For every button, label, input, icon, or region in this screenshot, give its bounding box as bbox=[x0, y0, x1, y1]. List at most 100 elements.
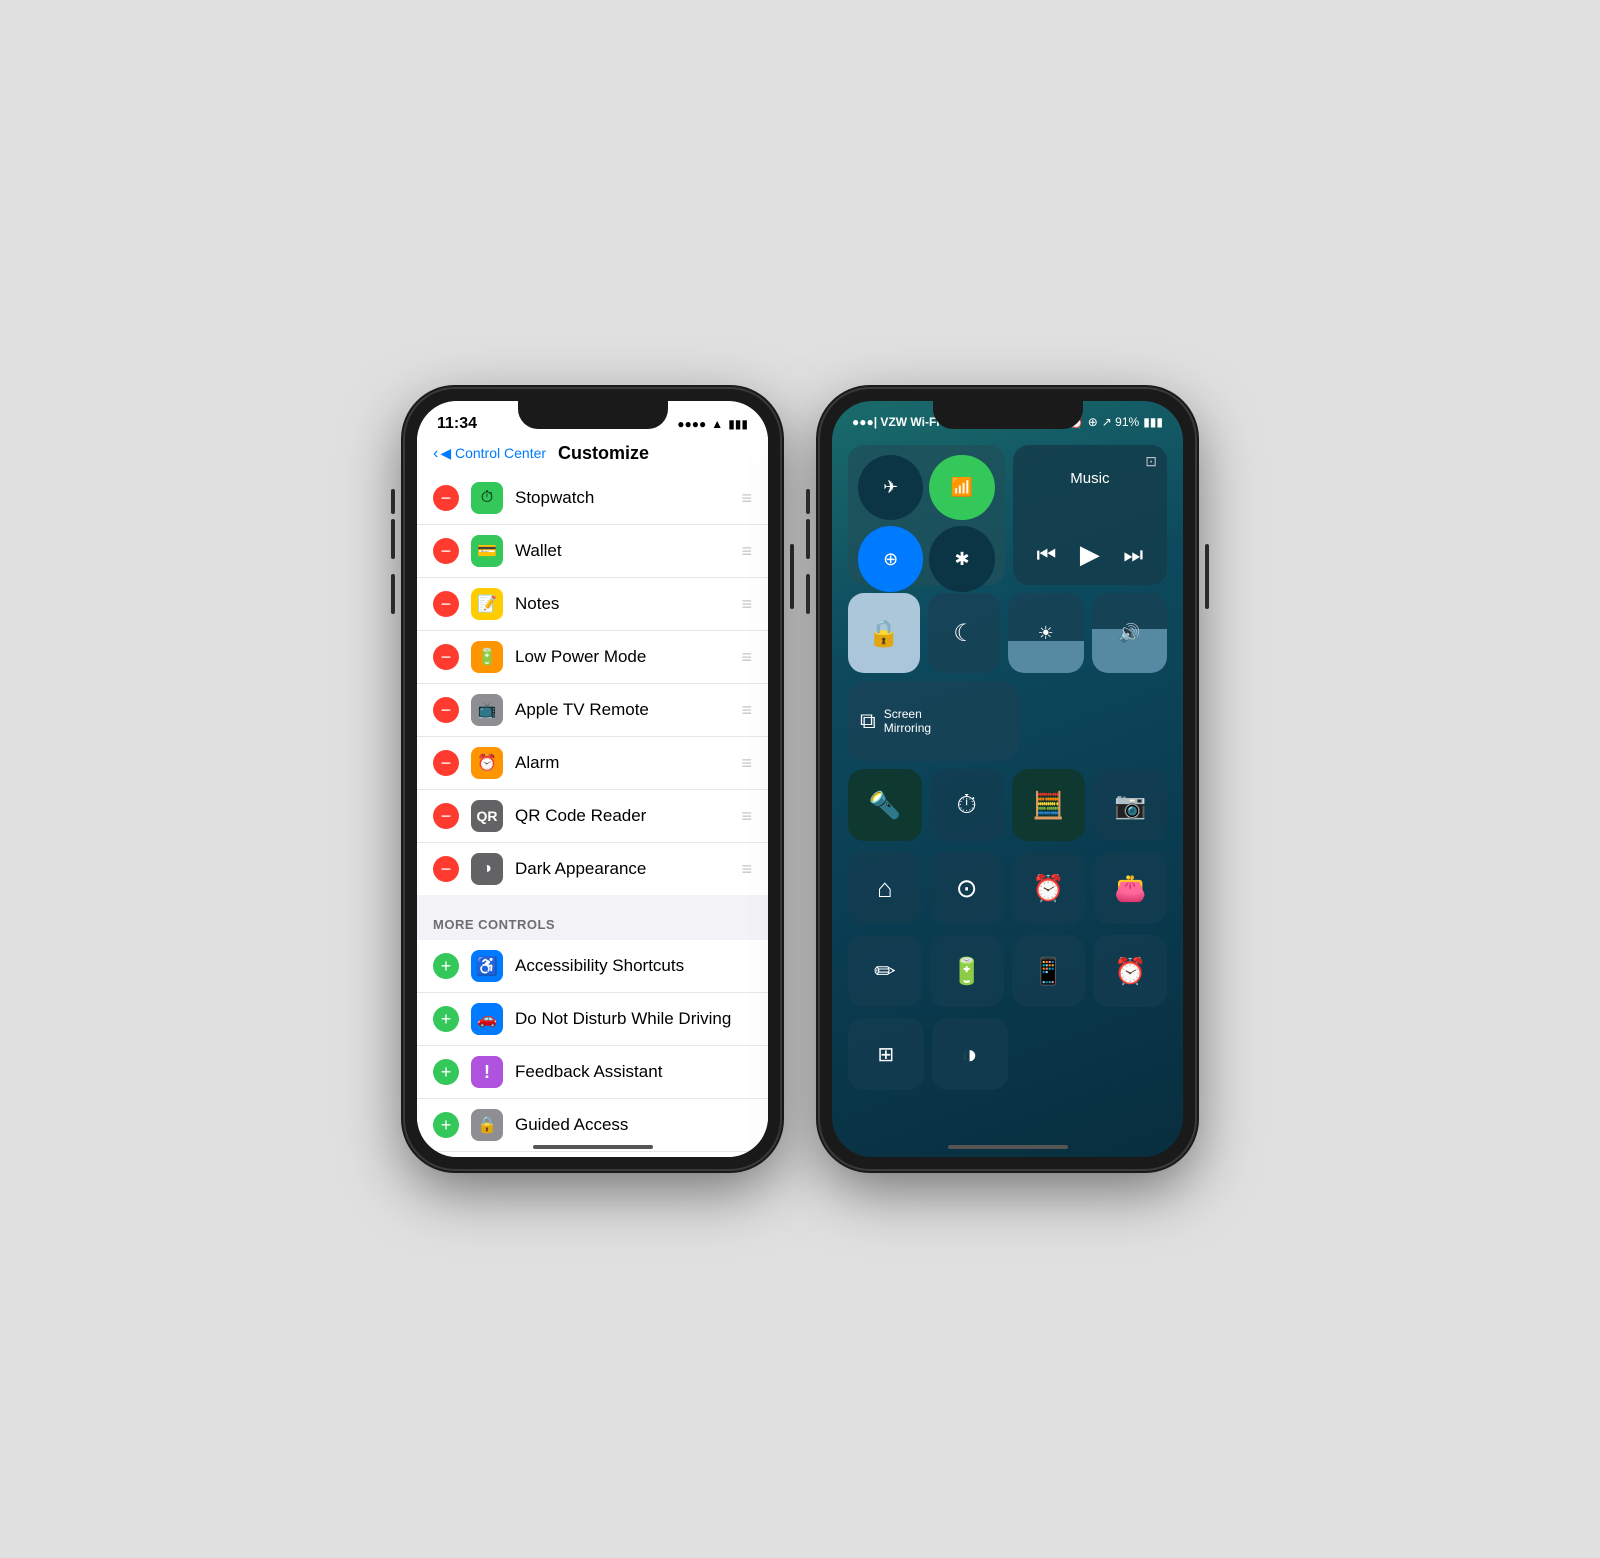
drag-handle-icon[interactable]: ≡ bbox=[741, 753, 752, 774]
item-label-guided-access: Guided Access bbox=[515, 1115, 752, 1135]
remove-button[interactable]: − bbox=[433, 538, 459, 564]
cc-row-7: ⊞ ◑ bbox=[848, 1018, 1167, 1093]
add-button[interactable]: + bbox=[433, 1006, 459, 1032]
clock-icon: ⏰ bbox=[1032, 873, 1064, 904]
list-item[interactable]: + ! Feedback Assistant bbox=[417, 1046, 768, 1099]
cc-connectivity-tile[interactable]: ✈ 📶 ⊕ ✱ bbox=[848, 445, 1005, 585]
back-button[interactable]: ‹ ◀ Control Center bbox=[433, 445, 546, 463]
screen-mirroring-labels: Screen Mirroring bbox=[884, 707, 931, 735]
settings-list[interactable]: − ⏱ Stopwatch ≡ − 💳 Wallet ≡ bbox=[417, 472, 768, 1157]
airplane-mode-button[interactable]: ✈ bbox=[858, 455, 923, 520]
drag-handle-icon[interactable]: ≡ bbox=[741, 488, 752, 509]
drag-handle-icon[interactable]: ≡ bbox=[741, 594, 752, 615]
cc-location-icon: ⊕ bbox=[1088, 415, 1098, 429]
status-time: 11:34 bbox=[437, 415, 477, 433]
wifi-button[interactable]: ⊕ bbox=[858, 526, 923, 591]
cc-remote-tile[interactable]: 📱 bbox=[1012, 935, 1086, 1007]
brightness-fill bbox=[1008, 641, 1084, 673]
back-label[interactable]: ◀ Control Center bbox=[440, 445, 546, 462]
cc-music-tile[interactable]: ⊡ Music ⏮ ▶ ⏭ bbox=[1013, 445, 1167, 585]
drag-handle-icon[interactable]: ≡ bbox=[741, 541, 752, 562]
cc-rotation-lock-tile[interactable]: 🔒 bbox=[848, 593, 920, 673]
play-button[interactable]: ▶ bbox=[1080, 539, 1100, 570]
cc-calculator-tile[interactable]: 🧮 bbox=[1012, 769, 1086, 841]
cc-battery-tile[interactable]: 🔋 bbox=[930, 935, 1004, 1007]
mute-button[interactable] bbox=[391, 489, 395, 514]
remove-button[interactable]: − bbox=[433, 803, 459, 829]
battery-icon: ▮▮▮ bbox=[728, 417, 748, 431]
item-label-accessibility: Accessibility Shortcuts bbox=[515, 956, 752, 976]
next-track-button[interactable]: ⏭ bbox=[1123, 542, 1143, 568]
cc-empty-row7 bbox=[1016, 1018, 1168, 1093]
moon-icon: ☾ bbox=[953, 619, 975, 648]
drag-handle-icon[interactable]: ≡ bbox=[741, 647, 752, 668]
cc-row-6: ✏ 🔋 📱 ⏰ bbox=[848, 935, 1167, 1010]
drag-handle-icon[interactable]: ≡ bbox=[741, 859, 752, 880]
list-item[interactable]: − 💳 Wallet ≡ bbox=[417, 525, 768, 578]
cc-screen-mirroring-tile[interactable]: ⧉ Screen Mirroring bbox=[848, 681, 1019, 761]
list-item[interactable]: + 🚗 Do Not Disturb While Driving bbox=[417, 993, 768, 1046]
drag-handle-icon[interactable]: ≡ bbox=[741, 700, 752, 721]
list-item[interactable]: − ◑ Dark Appearance ≡ bbox=[417, 843, 768, 895]
cc-battery-icon: ▮▮▮ bbox=[1143, 415, 1163, 429]
cc-alarm-tile[interactable]: ⏰ bbox=[1093, 935, 1167, 1007]
drag-handle-icon[interactable]: ≡ bbox=[741, 806, 752, 827]
list-item[interactable]: + 👂 Hearing bbox=[417, 1152, 768, 1157]
cellular-button[interactable]: 📶 bbox=[929, 455, 994, 520]
mute-button-right[interactable] bbox=[806, 489, 810, 514]
remove-button[interactable]: − bbox=[433, 697, 459, 723]
bluetooth-button[interactable]: ✱ bbox=[929, 526, 994, 591]
volume-up-button-right[interactable] bbox=[806, 519, 810, 559]
cc-volume-slider[interactable]: 🔊 bbox=[1092, 593, 1168, 673]
power-button-right[interactable] bbox=[1205, 544, 1209, 609]
cc-camera-tile[interactable]: 📷 bbox=[1093, 769, 1167, 841]
item-icon-alarm: ⏰ bbox=[471, 747, 503, 779]
cc-status-right: ⏰ ⊕ ↗ 91% ▮▮▮ bbox=[1069, 415, 1163, 429]
airplay-icon[interactable]: ⊡ bbox=[1145, 453, 1157, 470]
item-icon-guided-access: 🔒 bbox=[471, 1109, 503, 1141]
cc-clock-tile[interactable]: ⏰ bbox=[1012, 852, 1086, 924]
volume-down-button-right[interactable] bbox=[806, 574, 810, 614]
list-item[interactable]: − 📝 Notes ≡ bbox=[417, 578, 768, 631]
cc-do-not-disturb-tile[interactable]: ☾ bbox=[928, 593, 1000, 673]
cc-row-3: ⧉ Screen Mirroring bbox=[848, 681, 1167, 761]
remove-button[interactable]: − bbox=[433, 750, 459, 776]
remove-button[interactable]: − bbox=[433, 856, 459, 882]
cc-music-label: Music bbox=[1025, 455, 1155, 539]
cc-flashlight-tile[interactable]: 🔦 bbox=[848, 769, 922, 841]
cc-record-tile[interactable]: ⊙ bbox=[930, 852, 1004, 924]
remove-button[interactable]: − bbox=[433, 485, 459, 511]
list-item[interactable]: − 📺 Apple TV Remote ≡ bbox=[417, 684, 768, 737]
power-button[interactable] bbox=[790, 544, 794, 609]
list-item[interactable]: − 🔋 Low Power Mode ≡ bbox=[417, 631, 768, 684]
remove-button[interactable]: − bbox=[433, 591, 459, 617]
calculator-icon: 🧮 bbox=[1032, 790, 1064, 821]
cc-row-2: 🔒 ☾ ☀ 🔊 bbox=[848, 593, 1167, 673]
volume-icon: 🔊 bbox=[1118, 623, 1140, 644]
cc-wallet-tile[interactable]: 👛 bbox=[1093, 852, 1167, 924]
brightness-icon: ☀ bbox=[1038, 623, 1054, 644]
cc-home-tile[interactable]: ⌂ bbox=[848, 852, 922, 924]
cc-edit-tile[interactable]: ✏ bbox=[848, 935, 922, 1007]
cc-qr-tile[interactable]: ⊞ bbox=[848, 1018, 924, 1090]
volume-up-button[interactable] bbox=[391, 519, 395, 559]
add-button[interactable]: + bbox=[433, 953, 459, 979]
alarm-icon: ⏰ bbox=[1114, 956, 1146, 987]
item-icon-feedback: ! bbox=[471, 1056, 503, 1088]
cc-dark-mode-tile[interactable]: ◑ bbox=[932, 1018, 1008, 1090]
cc-timer-tile[interactable]: ⏱ bbox=[930, 769, 1004, 841]
prev-track-button[interactable]: ⏮ bbox=[1037, 542, 1057, 568]
add-button[interactable]: + bbox=[433, 1059, 459, 1085]
dark-mode-icon: ◑ bbox=[962, 1039, 978, 1070]
list-item[interactable]: − ⏱ Stopwatch ≡ bbox=[417, 472, 768, 525]
add-button[interactable]: + bbox=[433, 1112, 459, 1138]
list-item[interactable]: − QR QR Code Reader ≡ bbox=[417, 790, 768, 843]
item-label-alarm: Alarm bbox=[515, 753, 741, 773]
cc-brightness-slider[interactable]: ☀ bbox=[1008, 593, 1084, 673]
list-item[interactable]: − ⏰ Alarm ≡ bbox=[417, 737, 768, 790]
remove-button[interactable]: − bbox=[433, 644, 459, 670]
wifi-icon: ▲ bbox=[711, 417, 723, 431]
item-label-lowpower: Low Power Mode bbox=[515, 647, 741, 667]
volume-down-button[interactable] bbox=[391, 574, 395, 614]
list-item[interactable]: + ♿ Accessibility Shortcuts bbox=[417, 940, 768, 993]
